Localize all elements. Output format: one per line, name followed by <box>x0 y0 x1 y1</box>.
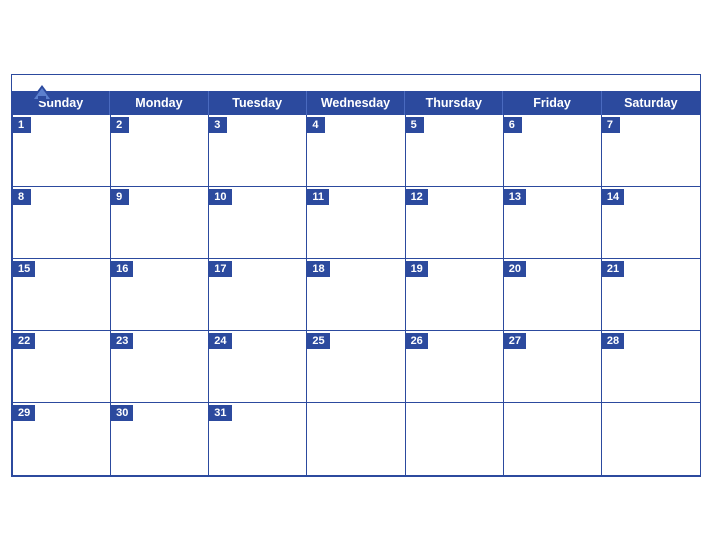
date-number: 12 <box>406 189 428 205</box>
calendar: Sunday Monday Tuesday Wednesday Thursday… <box>11 74 701 477</box>
day-cell: 31 <box>209 403 307 475</box>
date-number: 5 <box>406 117 424 133</box>
date-number: 2 <box>111 117 129 133</box>
date-number: 27 <box>504 333 526 349</box>
date-number: 14 <box>602 189 624 205</box>
date-number: 8 <box>13 189 31 205</box>
empty-day-cell <box>504 403 602 475</box>
day-cell: 15 <box>13 259 111 331</box>
date-number: 15 <box>13 261 35 277</box>
day-thursday: Thursday <box>405 91 503 115</box>
day-cell: 2 <box>111 115 209 187</box>
day-cell: 4 <box>307 115 405 187</box>
date-number: 26 <box>406 333 428 349</box>
day-cell: 26 <box>406 331 504 403</box>
calendar-days: 1234567891011121314151617181920212223242… <box>13 115 700 475</box>
date-number: 29 <box>13 405 35 421</box>
day-monday: Monday <box>110 91 208 115</box>
day-friday: Friday <box>503 91 601 115</box>
date-number: 19 <box>406 261 428 277</box>
calendar-grid: 1234567891011121314151617181920212223242… <box>12 115 700 476</box>
day-cell: 1 <box>13 115 111 187</box>
day-cell: 12 <box>406 187 504 259</box>
day-cell: 3 <box>209 115 307 187</box>
logo-icon <box>28 83 56 105</box>
day-cell: 14 <box>602 187 700 259</box>
day-cell: 28 <box>602 331 700 403</box>
date-number: 17 <box>209 261 231 277</box>
date-number: 28 <box>602 333 624 349</box>
calendar-header <box>12 75 700 91</box>
date-number: 16 <box>111 261 133 277</box>
date-number: 3 <box>209 117 227 133</box>
day-cell: 20 <box>504 259 602 331</box>
date-number: 24 <box>209 333 231 349</box>
empty-day-cell <box>307 403 405 475</box>
date-number: 4 <box>307 117 325 133</box>
day-wednesday: Wednesday <box>307 91 405 115</box>
day-cell: 27 <box>504 331 602 403</box>
day-cell: 16 <box>111 259 209 331</box>
date-number: 21 <box>602 261 624 277</box>
day-cell: 24 <box>209 331 307 403</box>
date-number: 23 <box>111 333 133 349</box>
date-number: 18 <box>307 261 329 277</box>
day-cell: 21 <box>602 259 700 331</box>
day-cell: 17 <box>209 259 307 331</box>
date-number: 30 <box>111 405 133 421</box>
day-cell: 7 <box>602 115 700 187</box>
date-number: 9 <box>111 189 129 205</box>
day-sunday: Sunday <box>12 91 110 115</box>
day-cell: 13 <box>504 187 602 259</box>
date-number: 7 <box>602 117 620 133</box>
date-number: 31 <box>209 405 231 421</box>
day-cell: 18 <box>307 259 405 331</box>
day-saturday: Saturday <box>602 91 700 115</box>
day-cell: 29 <box>13 403 111 475</box>
day-cell: 19 <box>406 259 504 331</box>
empty-day-cell <box>406 403 504 475</box>
day-cell: 6 <box>504 115 602 187</box>
day-cell: 9 <box>111 187 209 259</box>
date-number: 11 <box>307 189 329 205</box>
day-cell: 23 <box>111 331 209 403</box>
date-number: 22 <box>13 333 35 349</box>
days-header: Sunday Monday Tuesday Wednesday Thursday… <box>12 91 700 115</box>
day-cell: 10 <box>209 187 307 259</box>
date-number: 25 <box>307 333 329 349</box>
day-cell: 8 <box>13 187 111 259</box>
day-cell: 22 <box>13 331 111 403</box>
logo <box>28 83 59 105</box>
date-number: 6 <box>504 117 522 133</box>
date-number: 13 <box>504 189 526 205</box>
date-number: 20 <box>504 261 526 277</box>
empty-day-cell <box>602 403 700 475</box>
day-cell: 30 <box>111 403 209 475</box>
day-cell: 5 <box>406 115 504 187</box>
date-number: 1 <box>13 117 31 133</box>
day-cell: 25 <box>307 331 405 403</box>
day-cell: 11 <box>307 187 405 259</box>
date-number: 10 <box>209 189 231 205</box>
day-tuesday: Tuesday <box>209 91 307 115</box>
